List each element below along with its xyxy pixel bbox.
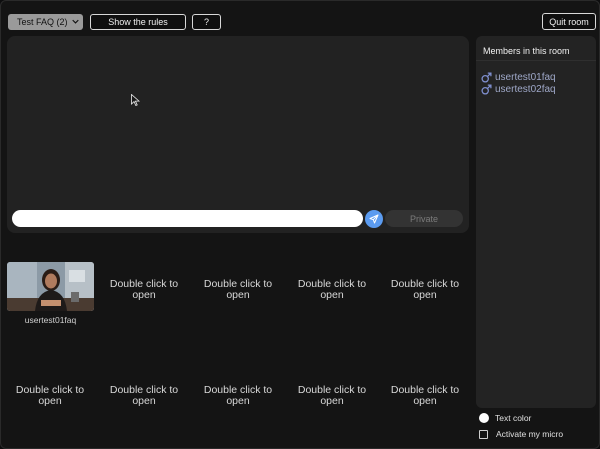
webcam-caption: usertest01faq: [24, 315, 77, 325]
members-panel: Members in this room usertest01faq usert…: [476, 36, 596, 408]
member-item[interactable]: usertest01faq: [481, 71, 556, 83]
chevron-down-icon: [72, 19, 79, 24]
activate-micro-label: Activate my micro: [496, 429, 564, 439]
activate-micro-control[interactable]: Activate my micro: [479, 429, 563, 439]
empty-cam-slot[interactable]: Double click to open: [195, 385, 281, 407]
empty-cam-slot[interactable]: Double click to open: [101, 279, 187, 301]
empty-cam-slot[interactable]: Double click to open: [7, 385, 93, 407]
send-button[interactable]: [365, 210, 383, 228]
text-color-swatch[interactable]: [479, 413, 489, 423]
activate-micro-checkbox[interactable]: [479, 429, 488, 439]
empty-cam-slot[interactable]: Double click to open: [195, 279, 281, 301]
mouse-cursor-icon: [131, 94, 140, 106]
show-rules-button[interactable]: Show the rules: [90, 14, 186, 30]
members-list: usertest01faq usertest02faq: [481, 71, 556, 95]
empty-cam-slot[interactable]: Double click to open: [101, 385, 187, 407]
chat-message-input[interactable]: [12, 210, 363, 227]
webcam-thumbnail[interactable]: [7, 262, 94, 311]
quit-room-button[interactable]: Quit room: [542, 13, 596, 30]
text-color-control[interactable]: Text color: [479, 413, 531, 423]
empty-cam-slot[interactable]: Double click to open: [289, 385, 375, 407]
empty-cam-slot[interactable]: Double click to open: [289, 279, 375, 301]
room-select-value: Test FAQ (2): [17, 17, 68, 27]
male-icon: [481, 83, 492, 95]
room-select[interactable]: Test FAQ (2): [8, 14, 83, 30]
text-color-label: Text color: [495, 413, 532, 423]
private-message-button[interactable]: Private: [385, 210, 463, 227]
members-divider: [476, 60, 596, 61]
empty-cam-slot[interactable]: Double click to open: [382, 279, 468, 301]
member-item[interactable]: usertest02faq: [481, 83, 556, 95]
member-name: usertest01faq: [495, 71, 556, 83]
male-icon: [481, 71, 492, 83]
chat-room-app: Test FAQ (2) Show the rules ? Quit room …: [0, 0, 600, 449]
webcam-video-frame: [7, 262, 94, 311]
member-name: usertest02faq: [495, 83, 556, 95]
empty-cam-slot[interactable]: Double click to open: [382, 385, 468, 407]
chat-messages-area[interactable]: [7, 36, 469, 233]
help-button[interactable]: ?: [192, 14, 221, 30]
members-title: Members in this room: [483, 46, 570, 56]
send-icon: [369, 214, 379, 224]
